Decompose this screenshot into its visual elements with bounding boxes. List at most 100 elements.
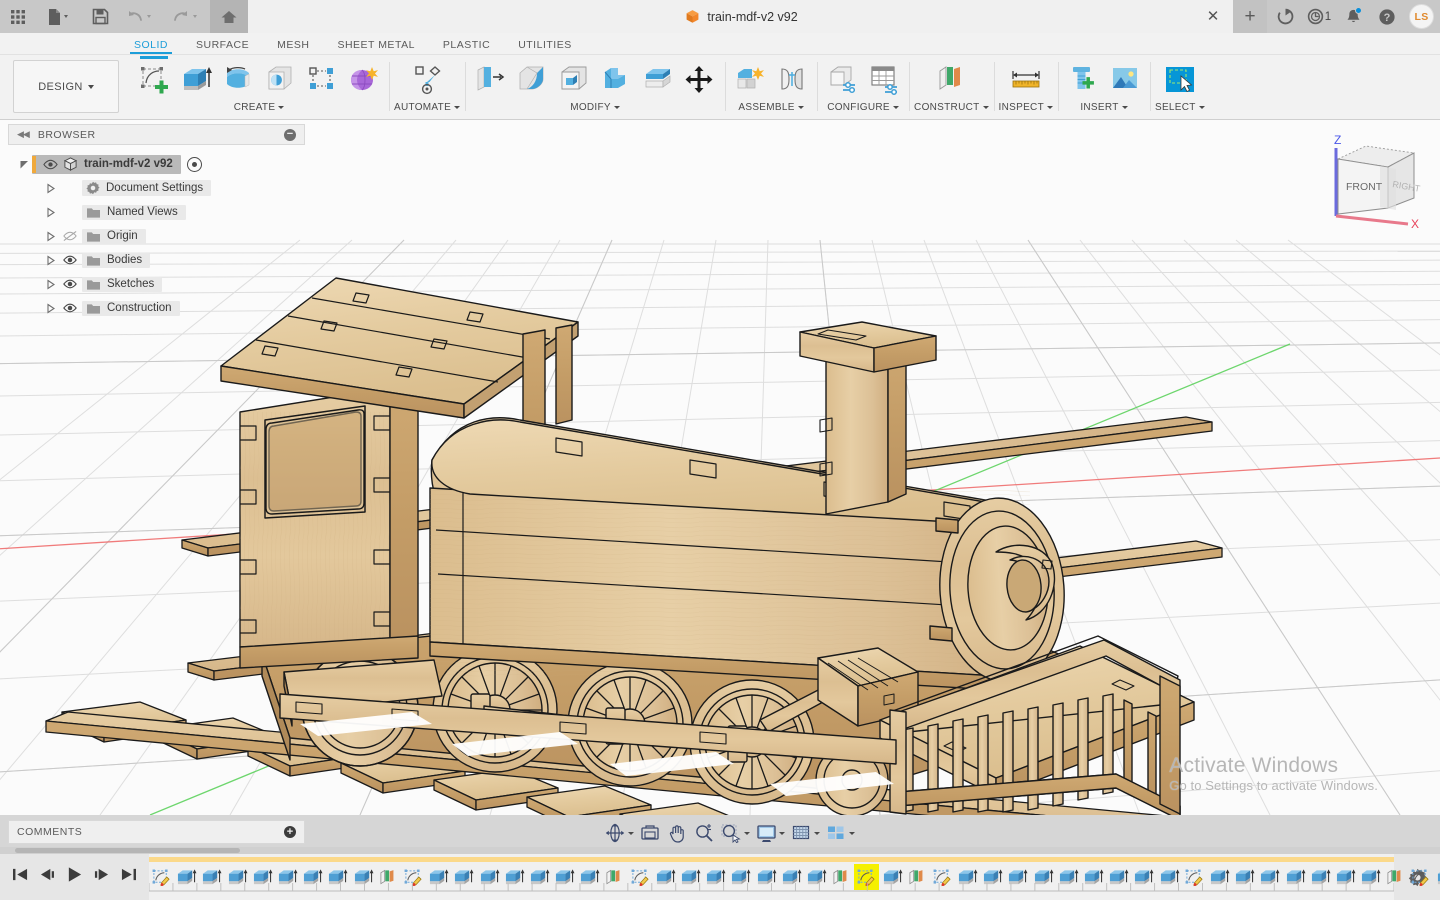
tree-row-bodies[interactable]: Bodies: [8, 248, 305, 272]
grid-snaps-icon[interactable]: [788, 821, 822, 845]
new-tab-icon[interactable]: +: [1233, 0, 1267, 33]
viewports-icon[interactable]: [823, 821, 857, 845]
jump-end-icon[interactable]: [120, 867, 137, 887]
fillet-icon[interactable]: [512, 59, 552, 101]
comments-panel[interactable]: COMMENTS +: [8, 820, 305, 844]
help-icon[interactable]: ?: [1371, 0, 1403, 33]
tree-row-root[interactable]: train-mdf-v2 v92: [8, 152, 305, 176]
view-cube[interactable]: Z X FRONT RIGHT: [1310, 128, 1432, 232]
ribbon-group-automate: AUTOMATE: [389, 55, 465, 120]
move-copy-icon[interactable]: [680, 59, 720, 101]
document-tab[interactable]: train-mdf-v2 v92 ✕: [248, 0, 1233, 33]
tab-solid[interactable]: SOLID: [120, 39, 182, 54]
tab-surface[interactable]: SURFACE: [182, 39, 263, 54]
tree-row-construction[interactable]: Construction: [8, 296, 305, 320]
zoom-icon[interactable]: [691, 821, 717, 845]
tab-utilities[interactable]: UTILITIES: [504, 39, 586, 54]
form-icon[interactable]: [344, 59, 384, 101]
new-component-icon[interactable]: [730, 59, 770, 101]
avatar[interactable]: LS: [1409, 4, 1434, 29]
chevron-down-icon: [454, 106, 461, 109]
ribbon-group-label-automate[interactable]: AUTOMATE: [394, 102, 461, 113]
tree-root-label: train-mdf-v2 v92: [84, 158, 173, 170]
expand-triangle-right-icon[interactable]: [42, 230, 58, 242]
configure-part-icon[interactable]: [822, 59, 862, 101]
job-status-clock-icon[interactable]: 1: [1303, 0, 1335, 33]
ribbon-group-label-inspect[interactable]: INSPECT: [999, 102, 1053, 113]
extrude-icon[interactable]: [176, 59, 216, 101]
measure-icon[interactable]: [1006, 59, 1046, 101]
app-grid-icon[interactable]: [0, 0, 36, 33]
orbit-icon[interactable]: [602, 821, 636, 845]
step-back-icon[interactable]: [38, 867, 57, 887]
collapse-left-icon[interactable]: ◀◀: [17, 129, 30, 140]
redo-icon[interactable]: [164, 0, 210, 33]
hole-icon[interactable]: [260, 59, 300, 101]
zoom-window-icon[interactable]: [718, 821, 752, 845]
expand-triangle-right-icon[interactable]: [42, 182, 58, 194]
ribbon-group-label-construct[interactable]: CONSTRUCT: [914, 102, 989, 113]
tree-row-document-settings[interactable]: Document Settings: [8, 176, 305, 200]
eye-icon[interactable]: [58, 254, 82, 266]
ribbon-group-label-modify[interactable]: MODIFY: [570, 102, 620, 113]
expand-triangle-right-icon[interactable]: [42, 254, 58, 266]
timeline-scroll-thumb[interactable]: [15, 848, 240, 853]
pan-icon[interactable]: [664, 821, 690, 845]
jump-start-icon[interactable]: [12, 867, 29, 887]
expand-triangle-right-icon[interactable]: [42, 278, 58, 290]
home-icon[interactable]: [210, 0, 248, 33]
timeline-track[interactable]: [149, 854, 1440, 900]
ribbon-group-label-assemble[interactable]: ASSEMBLE: [738, 102, 804, 113]
timeline-scrollbar[interactable]: [0, 847, 1440, 854]
joint-icon[interactable]: [772, 59, 812, 101]
notifications-bell-icon[interactable]: [1337, 0, 1369, 33]
folder-icon: [87, 255, 100, 266]
tree-row-sketches[interactable]: Sketches: [8, 272, 305, 296]
ribbon-group-label-select[interactable]: SELECT: [1155, 102, 1205, 113]
step-forward-icon[interactable]: [92, 867, 111, 887]
expand-triangle-right-icon[interactable]: [42, 302, 58, 314]
timeline-feature-extrude[interactable]: [1434, 864, 1440, 890]
tree-row-origin[interactable]: Origin: [8, 224, 305, 248]
ribbon-group-label-create[interactable]: CREATE: [234, 102, 285, 113]
ribbon-group-label-insert[interactable]: INSERT: [1080, 102, 1128, 113]
timeline-feature-sketch[interactable]: [1408, 864, 1433, 890]
insert-image-icon[interactable]: [1105, 59, 1145, 101]
look-at-icon[interactable]: [637, 821, 663, 845]
tree-row-named-views[interactable]: Named Views: [8, 200, 305, 224]
data-refresh-icon[interactable]: [1269, 0, 1301, 33]
eye-icon[interactable]: [58, 278, 82, 290]
offset-face-icon[interactable]: [638, 59, 678, 101]
configuration-table-icon[interactable]: [864, 59, 904, 101]
ribbon-group-label-configure[interactable]: CONFIGURE: [827, 102, 899, 113]
close-icon[interactable]: ✕: [1205, 9, 1221, 25]
automate-icon[interactable]: [407, 59, 447, 101]
shell-icon[interactable]: [554, 59, 594, 101]
eye-icon[interactable]: [40, 159, 61, 170]
save-icon[interactable]: [82, 0, 118, 33]
tab-mesh[interactable]: MESH: [263, 39, 323, 54]
create-sketch-icon[interactable]: [134, 56, 174, 101]
minimize-icon[interactable]: −: [284, 128, 296, 141]
undo-icon[interactable]: [118, 0, 164, 33]
insert-mcmaster-icon[interactable]: [1063, 59, 1103, 101]
revolve-icon[interactable]: [218, 59, 258, 101]
play-icon[interactable]: [66, 866, 83, 888]
workspace-selector[interactable]: DESIGN: [13, 60, 119, 113]
expand-triangle-down-icon[interactable]: [16, 159, 32, 170]
select-cursor-icon[interactable]: [1160, 59, 1200, 101]
rectangular-pattern-icon[interactable]: [302, 59, 342, 101]
press-pull-icon[interactable]: [470, 59, 510, 101]
eye-off-icon[interactable]: [58, 230, 82, 242]
add-comment-icon[interactable]: +: [284, 826, 296, 838]
tab-sheet-metal[interactable]: SHEET METAL: [323, 39, 428, 54]
new-file-icon[interactable]: [36, 0, 82, 33]
display-settings-icon[interactable]: [753, 821, 787, 845]
eye-icon[interactable]: [58, 302, 82, 314]
comments-title: COMMENTS: [17, 826, 83, 838]
expand-triangle-right-icon[interactable]: [42, 206, 58, 218]
tab-plastic[interactable]: PLASTIC: [429, 39, 504, 54]
activate-component-icon[interactable]: [186, 156, 202, 172]
combine-icon[interactable]: [596, 59, 636, 101]
construction-plane-icon[interactable]: [931, 59, 971, 101]
